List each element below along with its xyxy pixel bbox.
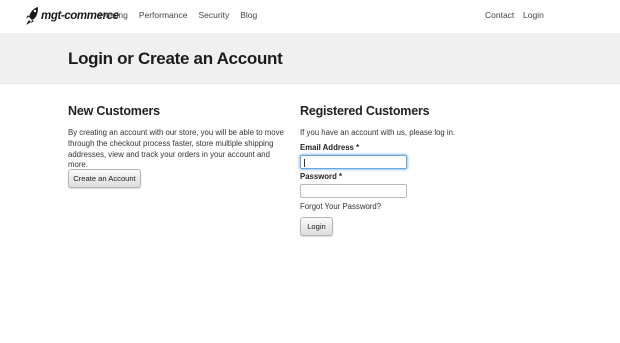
email-label-text: Email Address	[300, 143, 354, 152]
required-mark: *	[339, 172, 343, 181]
email-label: Email Address *	[300, 143, 359, 152]
nav-link-login[interactable]: Login	[523, 10, 544, 20]
rocket-icon	[26, 7, 38, 25]
registered-customers-section: Registered Customers If you have an acco…	[300, 104, 520, 236]
new-customers-section: New Customers By creating an account wit…	[68, 104, 290, 188]
login-button[interactable]: Login	[300, 217, 333, 236]
new-customers-description: By creating an account with our store, y…	[68, 128, 284, 170]
password-field[interactable]	[300, 184, 407, 198]
page-title: Login or Create an Account	[68, 49, 283, 68]
primary-nav: Hosting Performance Security Blog	[99, 10, 268, 20]
password-label: Password *	[300, 172, 342, 181]
email-field[interactable]	[300, 155, 407, 169]
nav-link-hosting[interactable]: Hosting	[99, 10, 128, 20]
required-mark: *	[356, 143, 360, 152]
text-caret	[304, 159, 305, 167]
page-title-banner: Login or Create an Account	[0, 33, 620, 84]
registered-customers-intro: If you have an account with us, please l…	[300, 128, 456, 137]
forgot-password-link[interactable]: Forgot Your Password?	[300, 202, 381, 211]
nav-link-security[interactable]: Security	[199, 10, 230, 20]
nav-link-blog[interactable]: Blog	[240, 10, 257, 20]
password-label-text: Password	[300, 172, 337, 181]
create-account-button[interactable]: Create an Account	[68, 169, 141, 188]
registered-customers-title: Registered Customers	[300, 104, 430, 118]
nav-link-performance[interactable]: Performance	[139, 10, 188, 20]
new-customers-title: New Customers	[68, 104, 160, 118]
top-navigation: mgt-commerce Hosting Performance Securit…	[0, 0, 620, 33]
nav-link-contact[interactable]: Contact	[485, 10, 514, 20]
